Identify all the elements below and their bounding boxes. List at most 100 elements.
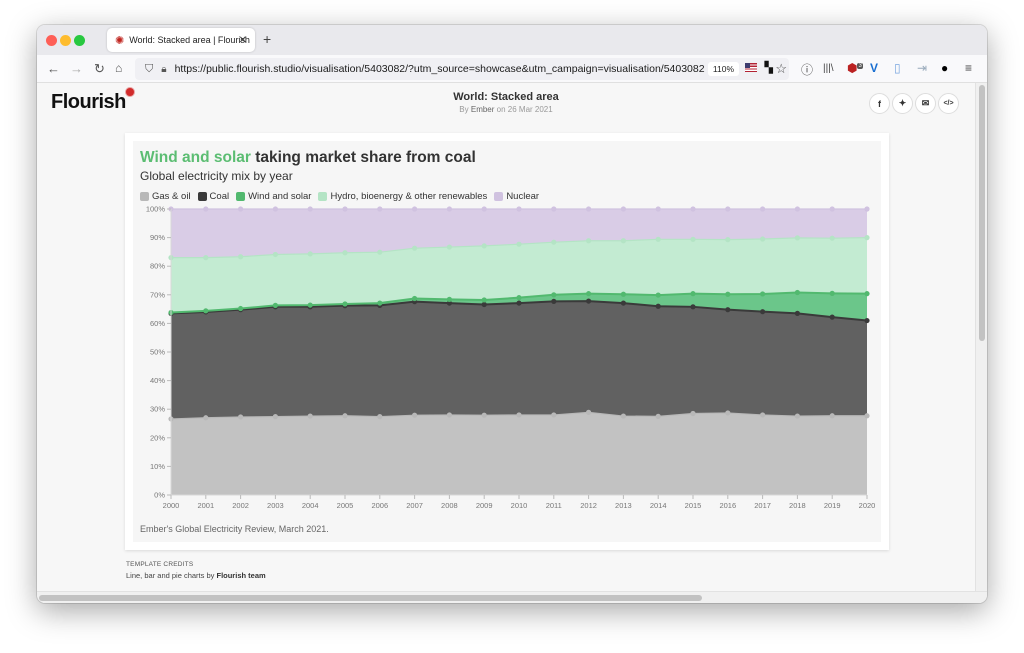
legend-swatch: [140, 192, 149, 201]
y-tick-label: 50%: [150, 348, 165, 357]
qr-grid-icon[interactable]: ▚: [765, 63, 773, 74]
vertical-scrollbar[interactable]: [975, 83, 987, 591]
y-tick-label: 0%: [154, 491, 165, 500]
data-point: [377, 206, 383, 212]
byline-author[interactable]: Ember: [471, 105, 495, 114]
email-share-button[interactable]: ✉: [915, 93, 936, 114]
legend-item[interactable]: Coal: [197, 191, 229, 202]
x-tick-label: 2011: [546, 501, 562, 510]
data-point: [760, 309, 766, 315]
data-point: [690, 410, 696, 417]
x-tick-label: 2016: [719, 501, 736, 510]
zoom-level-badge[interactable]: 110%: [707, 62, 739, 76]
data-point: [516, 295, 522, 301]
data-point: [794, 413, 801, 419]
share-buttons: f ✦ ✉ </>: [869, 93, 959, 114]
data-point: [203, 308, 209, 314]
data-point: [342, 206, 348, 212]
byline-prefix: By: [459, 105, 469, 114]
maximize-window-button[interactable]: [74, 35, 85, 46]
data-point: [586, 238, 592, 244]
data-point: [446, 206, 452, 212]
bookmark-star-icon[interactable]: ☆: [775, 61, 787, 77]
info-icon[interactable]: ⓘ: [801, 61, 813, 78]
credits-prefix: Line, bar and pie charts by: [126, 571, 215, 580]
vertical-scrollbar-thumb[interactable]: [979, 85, 985, 341]
data-point: [551, 239, 557, 245]
back-icon[interactable]: ←: [47, 61, 60, 76]
tab-close-icon[interactable]: ✕: [239, 35, 247, 46]
data-point: [655, 413, 661, 419]
area-coal: [171, 301, 867, 419]
vpn-extension-icon[interactable]: V: [870, 61, 878, 75]
chart-legend: Gas & oil Coal Wind and solar Hydro, bioene…: [140, 191, 539, 202]
data-point: [307, 413, 313, 419]
data-point: [829, 314, 835, 320]
legend-label: Hydro, bioenergy & other renewables: [330, 191, 488, 202]
data-point: [481, 412, 487, 418]
y-tick-label: 90%: [150, 233, 165, 242]
facebook-share-button[interactable]: f: [869, 93, 890, 114]
data-point: [725, 206, 731, 212]
embed-button[interactable]: </>: [938, 93, 959, 114]
x-tick-label: 2000: [163, 501, 180, 510]
credits-team-link[interactable]: Flourish team: [216, 571, 265, 580]
x-tick-label: 2006: [371, 501, 388, 510]
data-point: [864, 413, 870, 419]
share-extension-icon[interactable]: ⇥: [917, 61, 927, 75]
address-bar[interactable]: ⛉ 🔒︎ https://public.flourish.studio/visu…: [135, 58, 789, 80]
data-point: [655, 206, 661, 212]
chart-source: Ember's Global Electricity Review, March…: [140, 524, 329, 534]
menu-icon[interactable]: ≡: [965, 61, 972, 75]
home-icon[interactable]: ⌂: [115, 61, 122, 75]
us-flag-icon[interactable]: [745, 63, 757, 72]
data-point: [620, 291, 626, 297]
legend-item[interactable]: Nuclear: [494, 191, 539, 202]
ublock-extension-icon[interactable]: ⬢3: [847, 61, 863, 75]
data-point: [342, 250, 348, 256]
data-point: [620, 413, 626, 419]
browser-tab[interactable]: ✺ World: Stacked area | Flourish ✕: [107, 28, 255, 52]
data-point: [516, 241, 522, 247]
data-point: [794, 310, 801, 316]
data-point: [481, 243, 487, 249]
horizontal-scrollbar-thumb[interactable]: [39, 595, 702, 601]
data-point: [551, 292, 557, 298]
y-tick-label: 20%: [150, 433, 165, 442]
chart-title-highlight: Wind and solar: [140, 149, 251, 166]
data-point: [342, 413, 348, 419]
x-tick-label: 2010: [511, 501, 528, 510]
url-text[interactable]: https://public.flourish.studio/visualisa…: [175, 63, 705, 75]
data-point: [377, 414, 383, 420]
data-point: [725, 291, 731, 297]
data-point: [377, 249, 383, 255]
data-point: [238, 254, 244, 260]
data-point: [829, 235, 835, 241]
lock-icon[interactable]: 🔒︎: [161, 64, 166, 75]
library-icon[interactable]: |||\: [823, 63, 834, 74]
legend-item[interactable]: Gas & oil: [140, 191, 191, 202]
data-point: [272, 206, 278, 212]
data-point: [516, 412, 522, 418]
data-point: [829, 290, 835, 296]
data-point: [586, 409, 592, 415]
data-point: [586, 298, 592, 304]
account-extension-icon[interactable]: ●: [941, 61, 948, 75]
shield-icon[interactable]: ⛉: [145, 63, 153, 76]
data-point: [829, 206, 835, 212]
new-tab-button[interactable]: +: [263, 31, 271, 47]
legend-item[interactable]: Hydro, bioenergy & other renewables: [318, 191, 487, 202]
minimize-window-button[interactable]: [60, 35, 71, 46]
close-window-button[interactable]: [46, 35, 57, 46]
document-extension-icon[interactable]: ▯: [894, 61, 901, 75]
data-point: [377, 300, 383, 306]
x-tick-label: 2003: [267, 501, 284, 510]
forward-icon[interactable]: →: [70, 61, 83, 76]
horizontal-scrollbar[interactable]: [37, 591, 987, 603]
navigation-bar: ← → ↻ ⌂ ⛉ 🔒︎ https://public.flourish.stu…: [37, 55, 987, 83]
x-tick-label: 2004: [302, 501, 319, 510]
legend-item[interactable]: Wind and solar: [236, 191, 311, 202]
reload-icon[interactable]: ↻: [94, 61, 105, 77]
twitter-share-button[interactable]: ✦: [892, 93, 913, 114]
data-point: [690, 206, 696, 212]
